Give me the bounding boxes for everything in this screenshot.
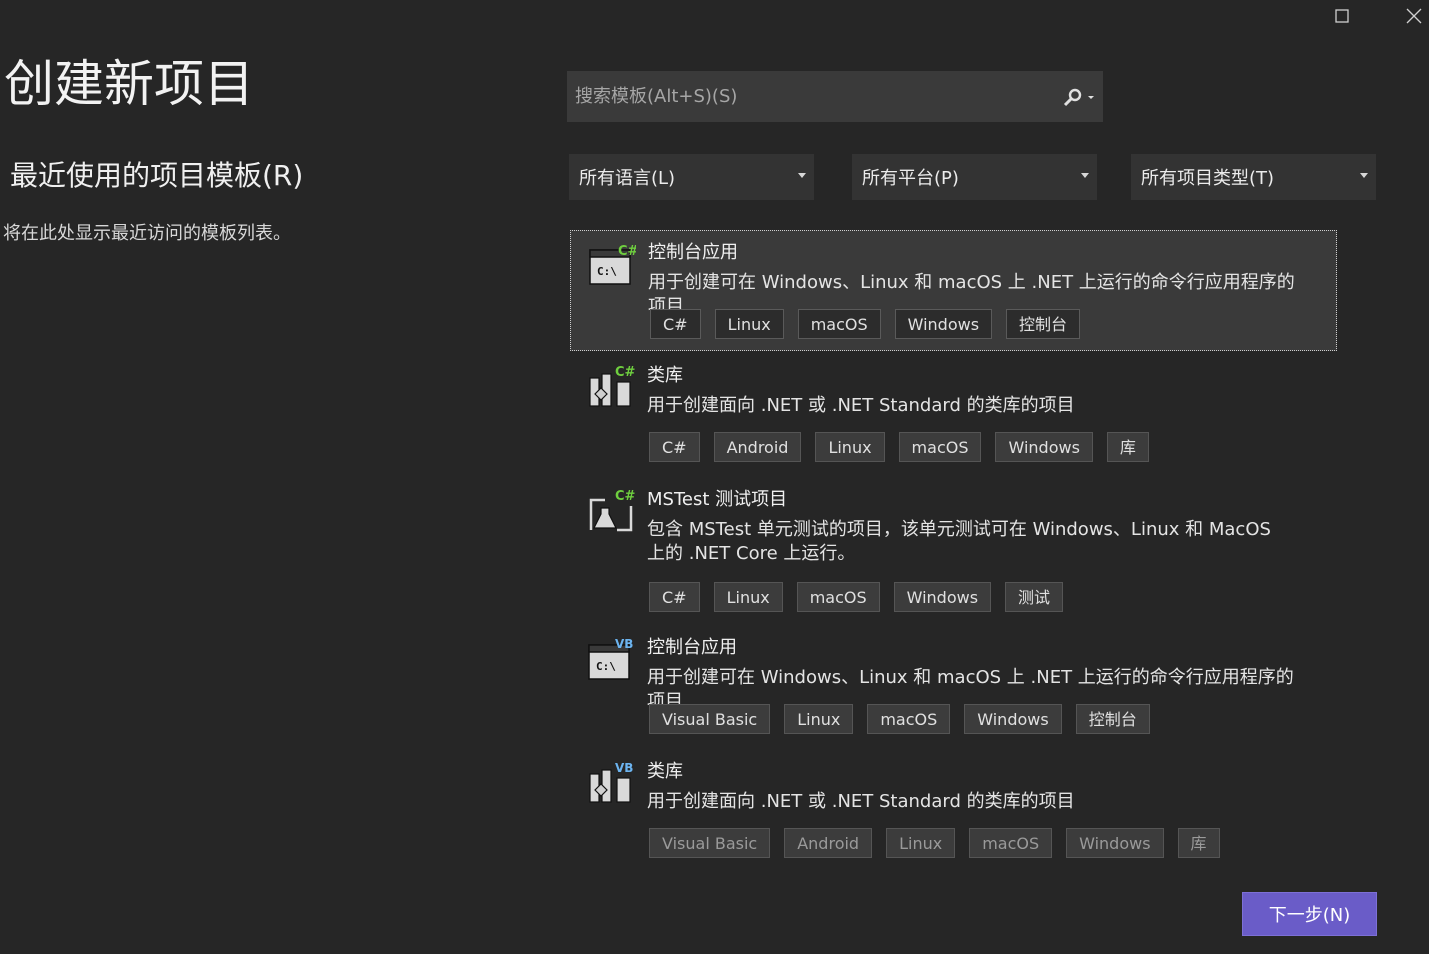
project-type-filter-value: 所有项目类型(T) bbox=[1141, 168, 1275, 189]
tag: Windows bbox=[894, 309, 993, 339]
template-description: 用于创建面向 .NET 或 .NET Standard 的类库的项目 bbox=[647, 791, 1075, 812]
template-item-csharp-console-app[interactable]: C:\ C# 控制台应用 用于创建可在 Windows、Linux 和 macO… bbox=[570, 230, 1337, 351]
close-icon bbox=[1406, 8, 1422, 24]
next-button[interactable]: 下一步(N) bbox=[1242, 892, 1377, 936]
tag: Windows bbox=[964, 704, 1062, 734]
template-name: 类库 bbox=[647, 761, 683, 782]
vb-badge: VB bbox=[615, 761, 633, 775]
tag: Visual Basic bbox=[649, 828, 771, 858]
tag: Windows bbox=[1066, 828, 1164, 858]
tag: Windows bbox=[893, 582, 992, 612]
tag: Visual Basic bbox=[649, 704, 771, 734]
search-button[interactable] bbox=[1053, 71, 1103, 122]
tag: C# bbox=[649, 432, 700, 462]
template-tags: Visual Basic Linux macOS Windows 控制台 bbox=[649, 704, 1150, 734]
template-name: MSTest 测试项目 bbox=[647, 489, 788, 510]
tag: Android bbox=[784, 828, 873, 858]
template-description: 用于创建面向 .NET 或 .NET Standard 的类库的项目 bbox=[647, 395, 1075, 416]
tag: Linux bbox=[714, 309, 784, 339]
csharp-badge: C# bbox=[615, 365, 635, 380]
template-item-vb-class-library[interactable]: VB 类库 用于创建面向 .NET 或 .NET Standard 的类库的项目… bbox=[570, 750, 1337, 862]
console-app-icon: C:\ C# bbox=[589, 244, 636, 285]
template-tags: C# Linux macOS Windows 控制台 bbox=[650, 309, 1081, 339]
chevron-down-icon bbox=[1081, 173, 1089, 178]
tag: Linux bbox=[886, 828, 956, 858]
recent-templates-heading: 最近使用的项目模板(R) bbox=[10, 159, 304, 192]
tag: Linux bbox=[713, 582, 783, 612]
template-search-box[interactable] bbox=[567, 71, 1103, 122]
page-title: 创建新项目 bbox=[4, 55, 254, 113]
tag: Windows bbox=[995, 432, 1093, 462]
maximize-button[interactable] bbox=[1320, 0, 1364, 32]
language-filter-dropdown[interactable]: 所有语言(L) bbox=[569, 154, 814, 200]
template-tags: C# Android Linux macOS Windows 库 bbox=[649, 432, 1149, 462]
class-library-icon: C# bbox=[589, 365, 635, 407]
console-app-icon: C:\ VB bbox=[588, 637, 633, 680]
class-library-icon: VB bbox=[589, 761, 633, 803]
tag: 控制台 bbox=[1075, 704, 1150, 734]
tag: 控制台 bbox=[1006, 309, 1081, 339]
template-tags: Visual Basic Android Linux macOS Windows… bbox=[649, 828, 1220, 858]
tag: macOS bbox=[796, 582, 880, 612]
tag: 库 bbox=[1106, 432, 1149, 462]
tag: macOS bbox=[898, 432, 982, 462]
tag: 库 bbox=[1177, 828, 1220, 858]
maximize-icon bbox=[1335, 9, 1349, 23]
template-item-mstest-project[interactable]: C# MSTest 测试项目 包含 MSTest 单元测试的项目，该单元测试可在… bbox=[570, 478, 1337, 624]
csharp-badge: C# bbox=[618, 244, 636, 259]
template-item-csharp-class-library[interactable]: C# 类库 用于创建面向 .NET 或 .NET Standard 的类库的项目… bbox=[570, 354, 1337, 474]
chevron-down-icon bbox=[1360, 173, 1368, 178]
chevron-down-icon bbox=[798, 173, 806, 178]
test-project-icon: C# bbox=[589, 489, 635, 532]
template-name: 类库 bbox=[647, 365, 683, 386]
tag: macOS bbox=[867, 704, 951, 734]
platform-filter-value: 所有平台(P) bbox=[862, 168, 959, 189]
template-tags: C# Linux macOS Windows 测试 bbox=[649, 582, 1064, 612]
template-description: 包含 MSTest 单元测试的项目，该单元测试可在 Windows、Linux … bbox=[647, 519, 1271, 564]
language-filter-value: 所有语言(L) bbox=[579, 168, 676, 189]
tag: Android bbox=[713, 432, 802, 462]
csharp-badge: C# bbox=[615, 489, 635, 504]
create-project-window: 创建新项目 最近使用的项目模板(R) 将在此处显示最近访问的模板列表。 所有语言… bbox=[0, 0, 1429, 954]
template-name: 控制台应用 bbox=[648, 242, 738, 263]
project-type-filter-dropdown[interactable]: 所有项目类型(T) bbox=[1131, 154, 1376, 200]
close-button[interactable] bbox=[1392, 0, 1429, 32]
vb-badge: VB bbox=[615, 637, 633, 651]
tag: C# bbox=[650, 309, 701, 339]
tag: C# bbox=[649, 582, 700, 612]
template-item-vb-console-app[interactable]: C:\ VB 控制台应用 用于创建可在 Windows、Linux 和 macO… bbox=[570, 626, 1337, 746]
template-name: 控制台应用 bbox=[647, 637, 737, 658]
tag: macOS bbox=[797, 309, 881, 339]
tag: Linux bbox=[784, 704, 854, 734]
svg-text:C:\: C:\ bbox=[596, 660, 616, 673]
platform-filter-dropdown[interactable]: 所有平台(P) bbox=[852, 154, 1097, 200]
recent-templates-empty-text: 将在此处显示最近访问的模板列表。 bbox=[3, 223, 291, 244]
tag: Linux bbox=[815, 432, 885, 462]
search-icon bbox=[1063, 88, 1094, 106]
tag: macOS bbox=[969, 828, 1053, 858]
svg-text:C:\: C:\ bbox=[597, 265, 617, 278]
tag: 测试 bbox=[1005, 582, 1064, 612]
search-input[interactable] bbox=[567, 85, 1053, 108]
